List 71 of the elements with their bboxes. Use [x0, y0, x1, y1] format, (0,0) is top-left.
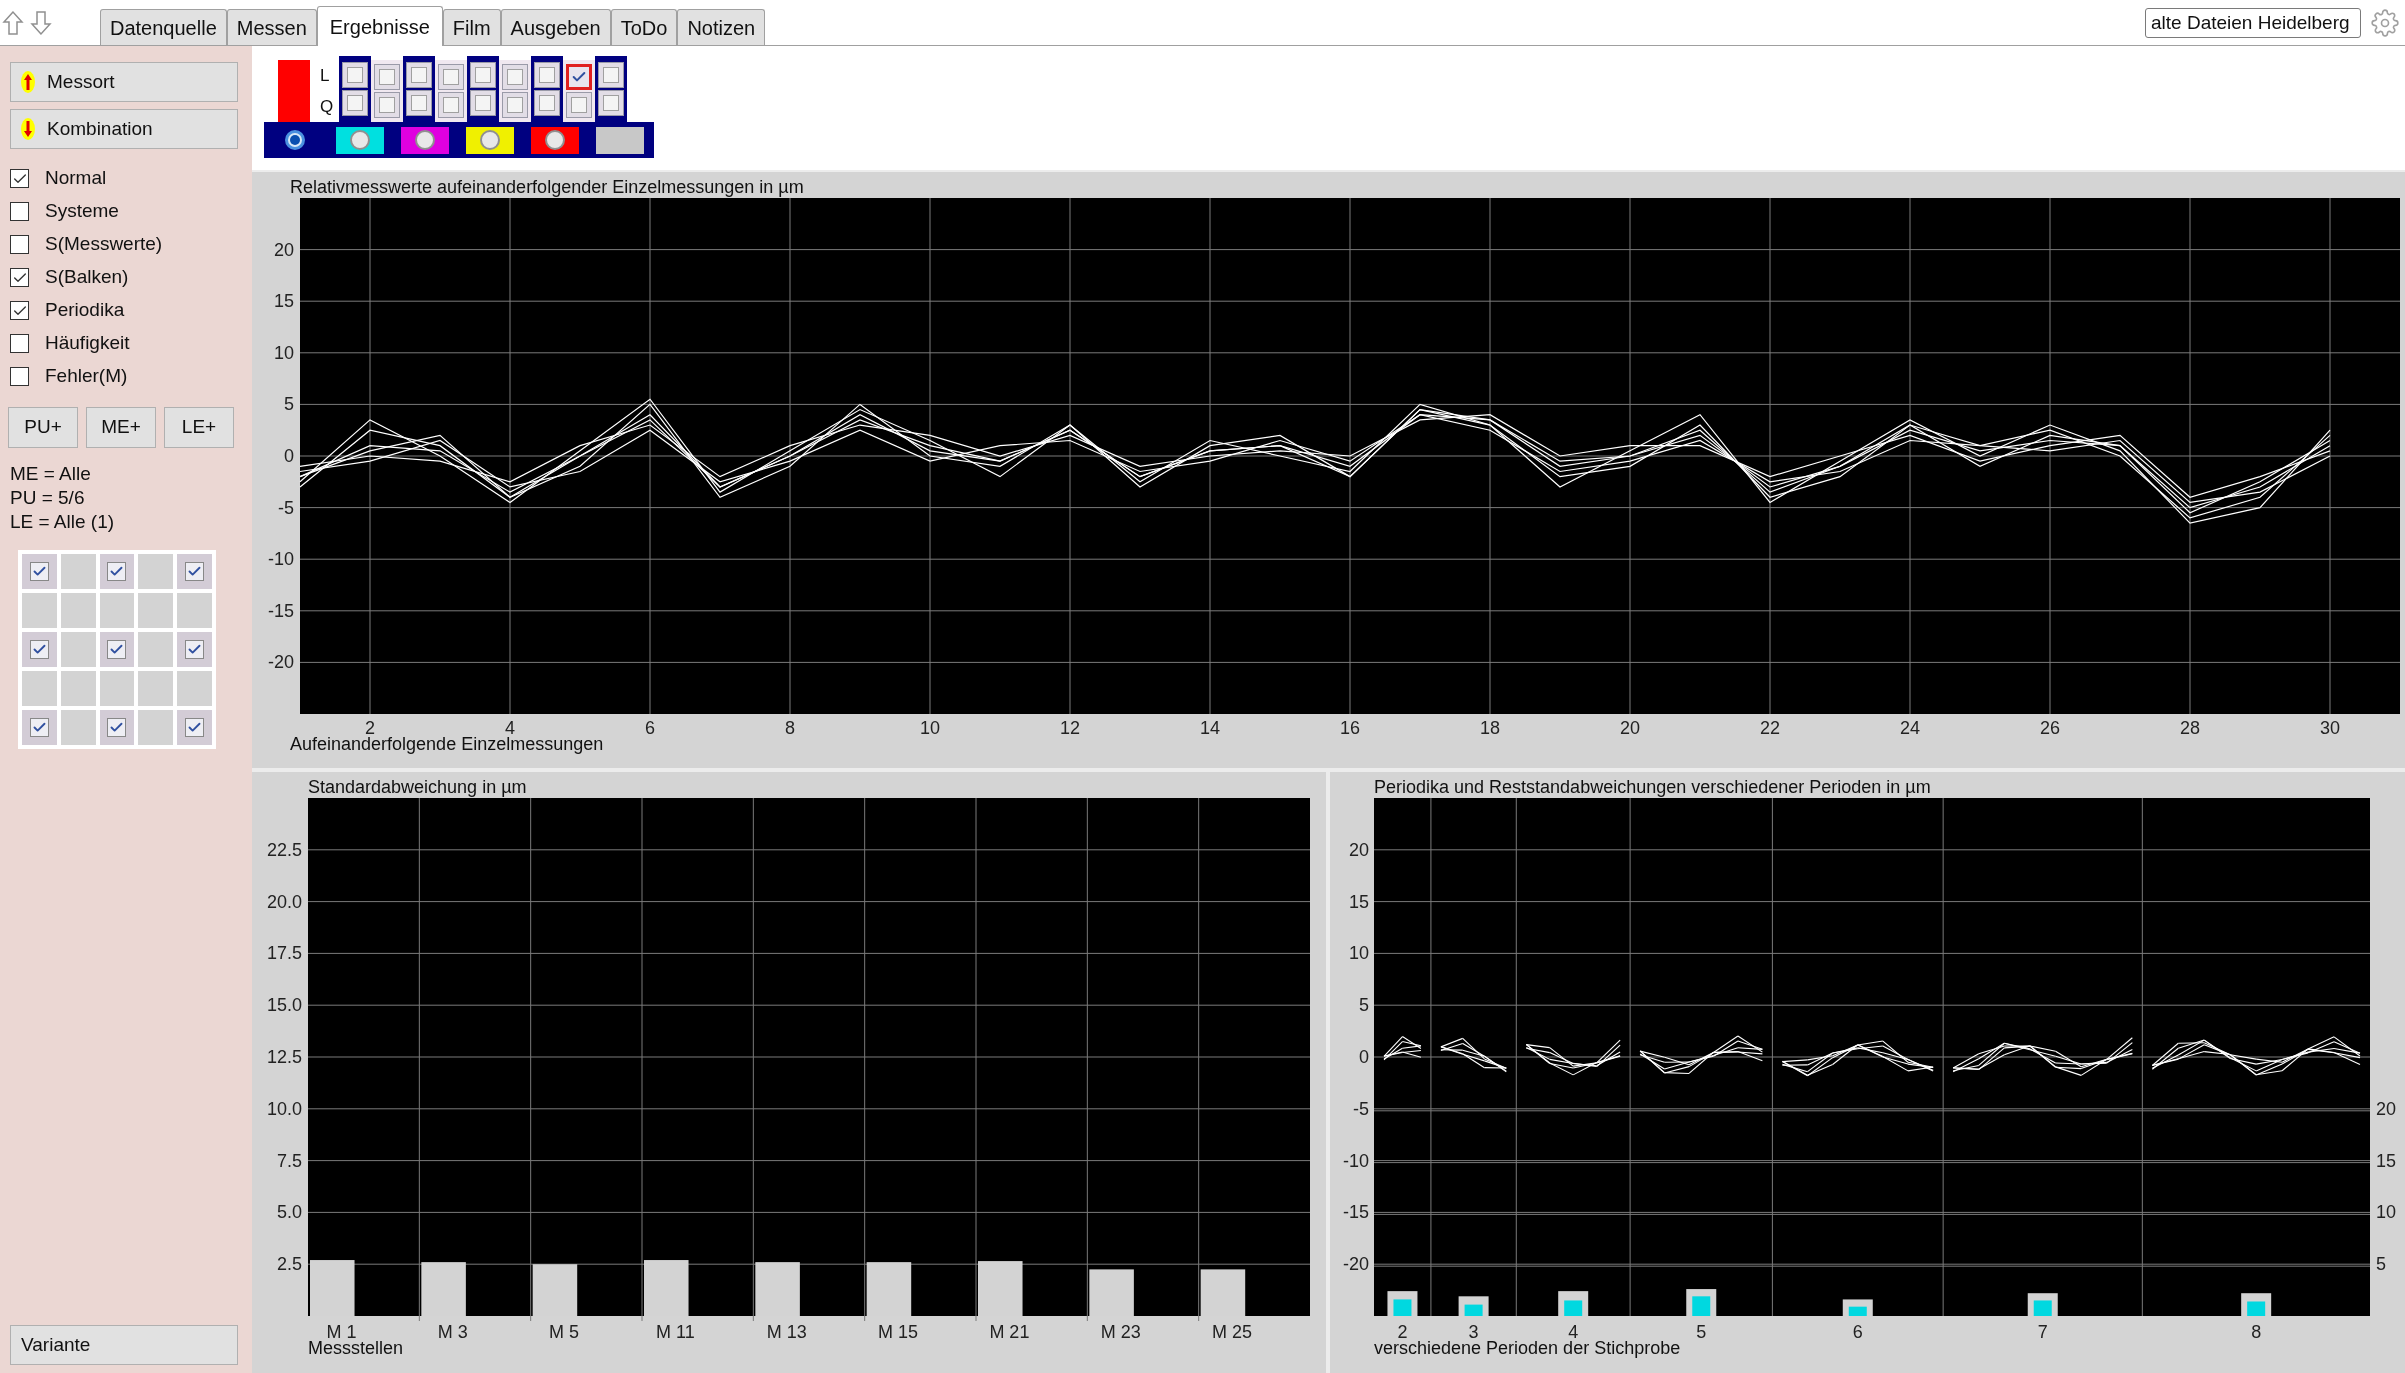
- option-label: Fehler(M): [45, 364, 128, 389]
- option-label: Systeme: [45, 199, 119, 224]
- axis-tick-label: 5: [1359, 995, 1369, 1016]
- axis-tick-label: 17.5: [266, 943, 302, 964]
- row-label: L: [320, 65, 331, 86]
- axis-tick-label: 12: [1060, 718, 1080, 738]
- axis-tick-label: -15: [268, 600, 294, 621]
- axis-tick-label: 15: [1348, 891, 1369, 912]
- axis-tick-label: 20: [1348, 839, 1369, 860]
- axis-tick-label: 30: [2320, 718, 2340, 738]
- axis-tick-label: -10: [268, 549, 294, 570]
- axis-tick-label: M 15: [878, 1322, 919, 1342]
- axis-tick-label: -5: [278, 497, 294, 518]
- option-label: Periodika: [45, 298, 125, 323]
- axis-tick-label: 20: [273, 239, 294, 260]
- axis-tick-label: 5.0: [276, 1202, 302, 1223]
- axis-tick-label: 7: [2037, 1322, 2048, 1342]
- chart-title: Periodika und Reststandabweichungen verschiedener Perioden in µm: [1373, 776, 1931, 798]
- axis-tick-label: -5: [1353, 1098, 1369, 1119]
- axis-tick-label: M 25: [1212, 1322, 1253, 1342]
- option-label: S(Messwerte): [45, 232, 163, 257]
- axis-tick-label: 2.5: [276, 1254, 302, 1275]
- axis-tick-label: 20: [1620, 718, 1640, 738]
- axis-tick-label: M 5: [549, 1322, 580, 1342]
- axis-tick-label: 16: [1340, 718, 1360, 738]
- row-label: Q: [320, 96, 334, 117]
- axis-tick-label: 20: [2376, 1098, 2397, 1119]
- info-text: ME = Alle: [10, 462, 91, 486]
- axis-tick-label: 8: [785, 718, 795, 738]
- info-text: LE = Alle (1): [10, 510, 115, 534]
- axis-tick-label: 5: [2376, 1254, 2386, 1275]
- axis-tick-label: 5: [284, 394, 294, 415]
- axis-tick-label: 20.0: [266, 891, 302, 912]
- axis-tick-label: 28: [2180, 718, 2200, 738]
- axis-tick-label: 0: [284, 446, 294, 466]
- axis-tick-label: 15: [273, 291, 294, 312]
- axis-tick-label: 14: [1200, 718, 1220, 738]
- axis-tick-label: 7.5: [276, 1150, 302, 1171]
- axis-tick-label: 26: [2040, 718, 2060, 738]
- option-label: Normal: [45, 166, 107, 191]
- axis-tick-label: M 23: [1100, 1322, 1141, 1342]
- axis-tick-label: 10: [1348, 943, 1369, 964]
- option-label: Häufigkeit: [45, 331, 130, 356]
- axis-tick-label: M 11: [656, 1322, 695, 1342]
- axis-tick-label: 10: [273, 342, 294, 363]
- axis-tick-label: 0: [1359, 1047, 1369, 1067]
- axis-tick-label: 10: [2376, 1202, 2397, 1223]
- axis-tick-label: 22.5: [266, 839, 302, 860]
- axis-tick-label: -20: [268, 652, 294, 673]
- axis-tick-label: 10.0: [266, 1098, 302, 1119]
- option-label: S(Balken): [45, 265, 129, 290]
- axis-tick-label: 10: [920, 718, 940, 738]
- info-text: PU = 5/6: [10, 486, 85, 510]
- axis-tick-label: 12.5: [266, 1047, 302, 1067]
- axis-tick-label: 18: [1480, 718, 1500, 738]
- axis-tick-label: 6: [1852, 1322, 1863, 1342]
- axis-tick-label: M 13: [766, 1322, 807, 1342]
- axis-tick-label: 15.0: [266, 995, 302, 1016]
- axis-tick-label: M 21: [989, 1322, 1030, 1342]
- chart-title: Relativmesswerte aufeinanderfolgender Einzelmessungen in µm: [289, 176, 804, 198]
- axis-tick-label: -20: [1343, 1254, 1369, 1275]
- axis-tick-label: 15: [2376, 1150, 2397, 1171]
- axis-tick-label: M 3: [437, 1322, 468, 1342]
- axis-tick-label: 5: [1696, 1322, 1707, 1342]
- axis-tick-label: 6: [645, 718, 655, 738]
- chart-title: Standardabweichung in µm: [307, 776, 527, 798]
- axis-tick-label: 8: [2251, 1322, 2262, 1342]
- axis-tick-label: -15: [1343, 1202, 1369, 1223]
- axis-tick-label: 22: [1760, 718, 1780, 738]
- axis-tick-label: -10: [1343, 1150, 1369, 1171]
- axis-tick-label: 24: [1900, 718, 1920, 738]
